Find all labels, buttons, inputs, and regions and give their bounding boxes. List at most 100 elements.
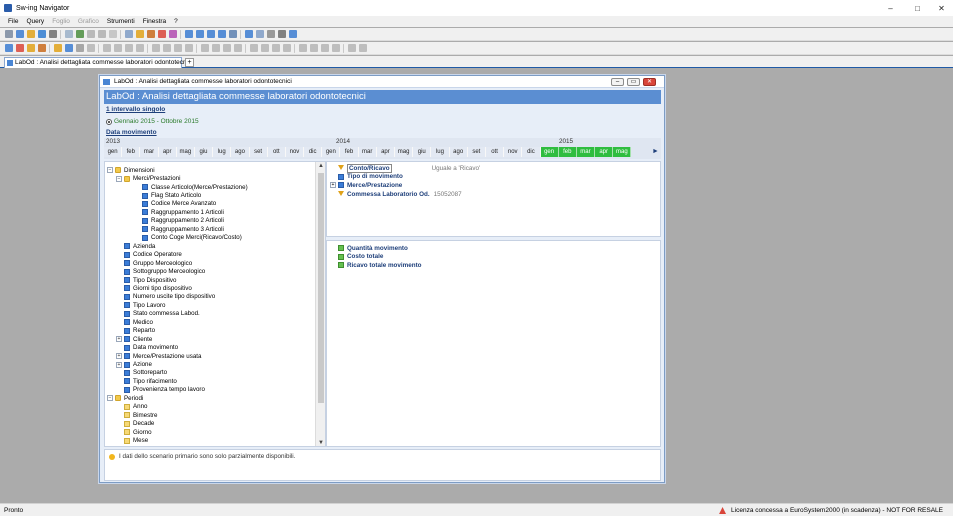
month-cell[interactable]: apr — [158, 147, 177, 157]
tree-node-dimension[interactable]: Numero uscite tipo dispositivo — [116, 293, 215, 301]
tree-node-merci[interactable]: − Merci/Prestazioni — [116, 174, 180, 182]
toolbar-button-icon[interactable] — [206, 30, 215, 38]
month-cell[interactable]: gen — [322, 147, 341, 157]
month-cell[interactable]: ott — [485, 147, 505, 157]
toolbar-button-icon[interactable] — [217, 30, 226, 38]
toolbar-button-icon[interactable] — [15, 44, 24, 52]
tree-node-dimension[interactable]: Medico — [116, 318, 153, 326]
toolbar-button-icon[interactable] — [222, 44, 231, 52]
tree-node-dimension[interactable]: Azienda — [116, 242, 155, 250]
toolbar-button-icon[interactable] — [102, 44, 111, 52]
month-cell[interactable]: ago — [231, 147, 250, 157]
month-cell[interactable]: gen — [104, 147, 123, 157]
toolbar-button-icon[interactable] — [173, 44, 182, 52]
toolbar-button-icon[interactable] — [97, 30, 106, 38]
toolbar-button-icon[interactable] — [135, 44, 144, 52]
tree-node-dimension[interactable]: Tipo Dispositivo — [116, 276, 176, 284]
toolbar-button-icon[interactable] — [195, 30, 204, 38]
toolbar-button-icon[interactable] — [347, 44, 356, 52]
inner-close-button[interactable]: ✕ — [643, 78, 656, 86]
filter-row[interactable]: Commessa Laboratorio Od. 15052087 — [330, 190, 462, 199]
month-cell[interactable]: apr — [595, 147, 614, 157]
month-cell[interactable]: mag — [613, 147, 632, 157]
tree-node-merci-child[interactable]: Raggruppamento 3 Articoli — [134, 225, 224, 233]
toolbar-button-icon[interactable] — [146, 30, 155, 38]
tree-node-merci-child[interactable]: Flag Stato Articolo — [134, 191, 201, 199]
month-cell[interactable]: mar — [140, 147, 159, 157]
toolbar-button-icon[interactable] — [200, 44, 209, 52]
expand-toggle-icon[interactable]: − — [116, 175, 122, 182]
expand-toggle-icon[interactable]: + — [116, 336, 122, 343]
tree-node-dimension[interactable]: Data movimento — [116, 343, 178, 351]
tree-node-dimension[interactable]: Sottoreparto — [116, 369, 167, 377]
tree-node-dimension[interactable]: Giorni tipo dispositivo — [116, 284, 192, 292]
measure-row[interactable]: Costo totale — [338, 253, 383, 262]
toolbar-button-icon[interactable] — [86, 30, 95, 38]
month-cell[interactable]: feb — [122, 147, 141, 157]
month-cell[interactable]: mag — [176, 147, 195, 157]
toolbar-button-icon[interactable] — [260, 44, 269, 52]
inner-minimize-button[interactable]: – — [611, 78, 624, 86]
tree-node-dimension[interactable]: Provenienza tempo lavoro — [116, 386, 205, 394]
tree-node-dimension[interactable]: Tipo Lavoro — [116, 301, 165, 309]
month-cell[interactable]: lug — [431, 147, 450, 157]
tree-node-merci-child[interactable]: Codice Merce Avanzato — [134, 200, 216, 208]
toolbar-button-icon[interactable] — [233, 44, 242, 52]
tree-node-period[interactable]: Anno — [116, 403, 147, 411]
toolbar-button-icon[interactable] — [48, 30, 57, 38]
inner-restore-button[interactable]: ▭ — [627, 78, 640, 86]
filter-row[interactable]: Conto/Ricavo Uguale a 'Ricavo' — [330, 163, 480, 173]
toolbar-button-icon[interactable] — [75, 44, 84, 52]
minimize-button[interactable]: – — [879, 0, 902, 16]
close-button[interactable]: ✕ — [930, 0, 953, 16]
tree-node-period[interactable]: Mese — [116, 436, 148, 444]
toolbar-button-icon[interactable] — [26, 44, 35, 52]
tree-node-dimension[interactable]: Stato commessa Labod. — [116, 310, 200, 318]
month-cell[interactable]: mar — [358, 147, 377, 157]
month-cell[interactable]: nov — [504, 147, 523, 157]
interval-link[interactable]: 1 intervallo singolo — [106, 106, 165, 113]
month-cell[interactable]: nov — [285, 147, 305, 157]
expand-toggle-icon[interactable]: + — [116, 361, 122, 368]
filter-row[interactable]: Tipo di movimento — [330, 173, 403, 182]
month-cell[interactable]: set — [249, 147, 268, 157]
tree-node-merci-child[interactable]: Raggruppamento 2 Articoli — [134, 217, 224, 225]
toolbar-button-icon[interactable] — [157, 30, 166, 38]
toolbar-button-icon[interactable] — [184, 30, 193, 38]
tree-node-dimension[interactable]: Codice Operatore — [116, 251, 182, 259]
toolbar-button-icon[interactable] — [320, 44, 329, 52]
tree-node-period[interactable]: Bimestre — [116, 411, 157, 419]
toolbar-button-icon[interactable] — [309, 44, 318, 52]
month-cell[interactable]: ott — [267, 147, 286, 157]
expand-toggle-icon[interactable]: − — [107, 395, 113, 402]
toolbar-button-icon[interactable] — [298, 44, 307, 52]
timeline-next-arrow[interactable]: ► — [652, 147, 659, 157]
toolbar-button-icon[interactable] — [135, 30, 144, 38]
toolbar-button-icon[interactable] — [244, 30, 253, 38]
menu-query[interactable]: Query — [26, 18, 44, 25]
menu-grafico[interactable]: Grafico — [78, 18, 99, 25]
interval-radio[interactable] — [106, 118, 112, 125]
month-cell[interactable]: dic — [304, 147, 323, 157]
month-cell[interactable]: lug — [213, 147, 232, 157]
tree-node-period[interactable]: Giorno — [116, 428, 152, 436]
toolbar-button-icon[interactable] — [64, 44, 73, 52]
scroll-up-arrow[interactable]: ▲ — [316, 162, 325, 171]
toolbar-button-icon[interactable] — [113, 44, 122, 52]
month-cell[interactable]: mar — [576, 147, 596, 157]
scroll-down-arrow[interactable]: ▼ — [316, 439, 325, 446]
tree-node-dimension[interactable]: Tipo rifacimento — [116, 377, 177, 385]
toolbar-button-icon[interactable] — [108, 30, 117, 38]
tree-node-period[interactable]: Quadrimestre — [116, 445, 170, 447]
tree-node-merci-child[interactable]: Classe Articolo(Merce/Prestazione) — [134, 183, 248, 191]
menu-strumenti[interactable]: Strumenti — [107, 18, 135, 25]
toolbar-button-icon[interactable] — [271, 44, 280, 52]
measure-row[interactable]: Ricavo totale movimento — [338, 261, 422, 270]
scroll-thumb[interactable] — [318, 173, 324, 403]
tab-labod[interactable]: LabOd : Analisi dettagliata commesse lab… — [4, 57, 193, 68]
toolbar-button-icon[interactable] — [151, 44, 160, 52]
toolbar-button-icon[interactable] — [331, 44, 340, 52]
month-cell[interactable]: feb — [558, 147, 577, 157]
measure-row[interactable]: Quantità movimento — [338, 244, 408, 253]
menu-file[interactable]: File — [8, 18, 18, 25]
